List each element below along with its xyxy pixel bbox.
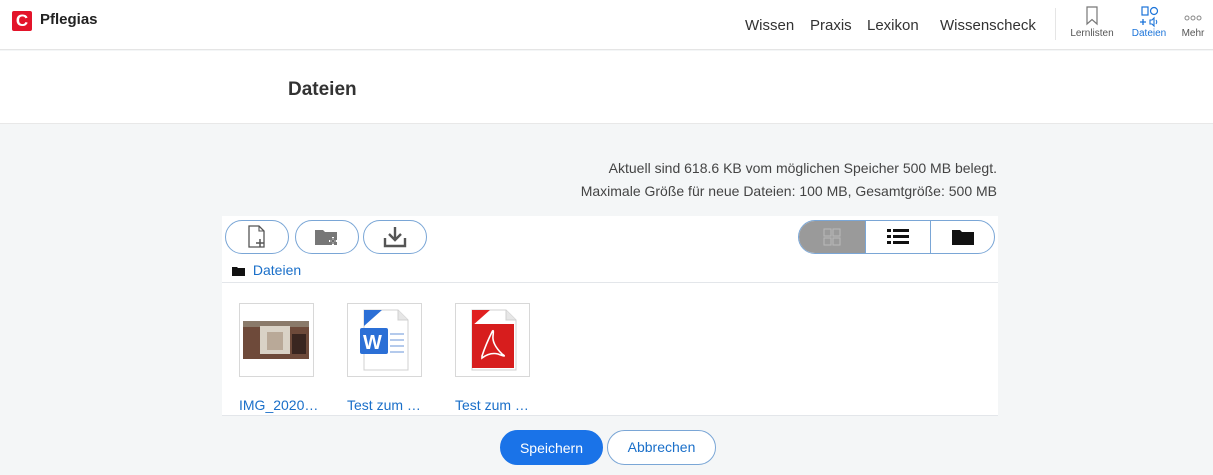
file-thumbnail[interactable]: [455, 303, 530, 377]
list-view-button[interactable]: [865, 221, 930, 253]
file-name[interactable]: IMG_2020…: [239, 397, 318, 413]
nav-mehr[interactable]: Mehr: [1178, 6, 1208, 39]
file-item[interactable]: Test zum …: [455, 303, 530, 413]
file-item[interactable]: IMG_2020…: [239, 303, 318, 413]
file-manager-panel: Dateien IMG_2020… W Test zum … Test zum …: [222, 216, 998, 416]
brand-logo[interactable]: C: [12, 11, 32, 31]
breadcrumb-label: Dateien: [252, 262, 302, 278]
folder-view-button[interactable]: [930, 221, 994, 253]
folder-icon: [232, 262, 253, 278]
nav-lexikon[interactable]: Lexikon: [867, 17, 919, 34]
svg-text:W: W: [363, 332, 382, 354]
view-mode-switcher: [798, 220, 995, 254]
cancel-button[interactable]: Abbrechen: [607, 430, 716, 465]
files-media-icon: [1126, 6, 1172, 28]
breadcrumb[interactable]: Dateien: [232, 262, 301, 278]
nav-divider: [1055, 8, 1056, 40]
page-header: Dateien: [0, 51, 1213, 124]
file-grid: IMG_2020… W Test zum … Test zum …: [222, 282, 998, 416]
save-button[interactable]: Speichern: [500, 430, 603, 465]
more-dots-icon: [1178, 6, 1208, 28]
bookmark-icon: [1066, 6, 1118, 28]
file-item[interactable]: W Test zum …: [347, 303, 422, 413]
top-navigation-bar: C Pflegias Wissen Praxis Lexikon Wissens…: [0, 0, 1213, 50]
nav-praxis[interactable]: Praxis: [810, 17, 852, 34]
nav-dateien[interactable]: Dateien: [1126, 6, 1172, 39]
storage-usage-text: Aktuell sind 618.6 KB vom möglichen Spei…: [608, 160, 997, 176]
nav-dateien-label: Dateien: [1131, 28, 1167, 39]
upload-download-button[interactable]: [363, 220, 427, 254]
page-title: Dateien: [288, 79, 357, 100]
grid-view-button[interactable]: [799, 221, 865, 253]
brand-name[interactable]: Pflegias: [40, 11, 98, 28]
nav-mehr-label: Mehr: [1181, 28, 1205, 39]
file-thumbnail[interactable]: W: [347, 303, 422, 377]
add-file-button[interactable]: [225, 220, 289, 254]
file-thumbnail[interactable]: [239, 303, 314, 377]
storage-limits-text: Maximale Größe für neue Dateien: 100 MB,…: [580, 183, 997, 199]
nav-lernlisten-label: Lernlisten: [1070, 28, 1114, 39]
file-name[interactable]: Test zum …: [347, 397, 422, 413]
nav-lernlisten[interactable]: Lernlisten: [1066, 6, 1118, 39]
nav-wissen[interactable]: Wissen: [745, 17, 794, 34]
file-name[interactable]: Test zum …: [455, 397, 530, 413]
add-folder-button[interactable]: [295, 220, 359, 254]
nav-wissenscheck[interactable]: Wissenscheck: [940, 17, 1036, 34]
